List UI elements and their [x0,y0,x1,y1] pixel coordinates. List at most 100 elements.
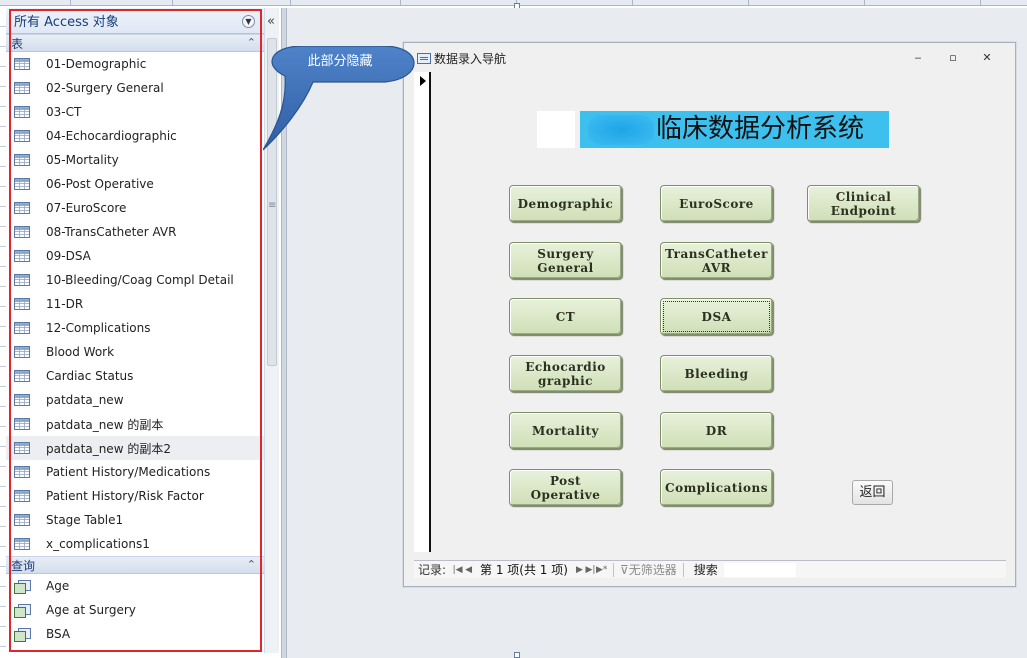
query-item-label: Age at Surgery [46,603,136,617]
query-item-label: Age [46,579,70,593]
callout-text: 此部分隐藏 [307,54,373,69]
table-item[interactable]: Patient History/Medications [6,460,264,484]
table-item[interactable]: 08-TransCatheter AVR [6,220,264,244]
collapse-group-icon[interactable]: ⌃ [247,558,256,571]
back-button[interactable]: 返回 [852,480,893,505]
table-item-label: Stage Table1 [46,513,124,527]
first-record-icon[interactable]: |◀ [452,565,463,575]
filter-icon: ⊽ [619,562,629,577]
form-heading: 临床数据分析系统 [580,111,889,148]
form-nav-button[interactable]: TransCatheter AVR [660,242,773,279]
table-item[interactable]: Cardiac Status [6,364,264,388]
group-label-tables: 表 [11,36,24,51]
table-item[interactable]: 02-Surgery General [6,76,264,100]
form-heading-text: 临床数据分析系统 [656,114,865,144]
form-window-title: 数据录入导航 [434,51,507,66]
table-item[interactable]: 04-Echocardiographic [6,124,264,148]
redacted-name [588,114,654,145]
filter-status[interactable]: 无筛选器 [629,561,677,578]
form-nav-button[interactable]: Demographic [509,185,622,222]
table-item-label: 09-DSA [46,249,91,263]
last-record-icon[interactable]: ▶| [585,565,596,575]
table-item-label: Cardiac Status [46,369,134,383]
chevron-down-icon[interactable]: ▼ [242,15,255,28]
table-item[interactable]: Patient History/Risk Factor [6,484,264,508]
table-item-label: 05-Mortality [46,153,119,167]
table-icon [14,298,30,310]
next-record-icon[interactable]: ▶ [574,565,585,575]
table-icon [14,490,30,502]
table-item[interactable]: 10-Bleeding/Coag Compl Detail [6,268,264,292]
nav-pane-header[interactable]: 所有 Access 对象 ▼ [6,8,264,34]
table-item[interactable]: 09-DSA [6,244,264,268]
collapse-group-icon[interactable]: ⌃ [247,36,256,49]
form-nav-button[interactable]: CT [509,298,622,335]
form-title-bar[interactable]: 数据录入导航 ‒ ▫ ✕ [404,43,1015,73]
table-item[interactable]: 03-CT [6,100,264,124]
query-item[interactable]: Age at Surgery [6,598,264,622]
table-icon [14,394,30,406]
group-header-queries[interactable]: 查询 ⌃ [6,556,264,574]
new-record-icon[interactable]: ▶* [596,565,607,575]
resize-handle-bottom[interactable] [514,652,520,658]
table-item[interactable]: 05-Mortality [6,148,264,172]
divider [682,562,684,577]
table-item[interactable]: Blood Work [6,340,264,364]
queries-list: Age Age at Surgery BSA [6,574,264,646]
table-icon [14,442,30,454]
table-item-label: 08-TransCatheter AVR [46,225,177,239]
table-item-label: 10-Bleeding/Coag Compl Detail [46,273,234,287]
table-item[interactable]: Stage Table1 [6,508,264,532]
grid-col-line [400,0,401,6]
divider [612,562,614,577]
grid-col-line [290,0,291,6]
form-nav-button[interactable]: EuroScore [660,185,773,222]
form-nav-button[interactable]: Clinical Endpoint [807,185,920,222]
collapse-nav-pane-button[interactable]: « [264,14,278,29]
nav-pane-title: 所有 Access 对象 [14,15,119,30]
table-item-label: 06-Post Operative [46,177,154,191]
query-icon [14,628,31,642]
query-item[interactable]: Age [6,574,264,598]
table-item[interactable]: patdata_new 的副本2 [6,436,264,460]
table-icon [14,58,30,70]
prev-record-icon[interactable]: ◀ [463,565,474,575]
table-icon [14,466,30,478]
table-item[interactable]: x_complications1 [6,532,264,556]
table-item[interactable]: 01-Demographic [6,52,264,76]
query-icon [14,580,31,594]
record-navigation-bar: 记录: |◀ ◀ 第 1 项(共 1 项) ▶ ▶| ▶* ⊽ 无筛选器 搜索 [414,560,1006,578]
table-item[interactable]: 11-DR [6,292,264,316]
record-position[interactable]: 第 1 项(共 1 项) [478,562,570,578]
search-input[interactable] [723,562,796,577]
table-item[interactable]: 12-Complications [6,316,264,340]
query-icon [14,604,31,618]
table-item-label: 07-EuroScore [46,201,127,215]
minimize-icon[interactable]: ‒ [910,51,926,65]
form-nav-button[interactable]: Surgery General [509,242,622,279]
group-header-tables[interactable]: 表 ⌃ [6,34,264,52]
table-item[interactable]: 07-EuroScore [6,196,264,220]
table-item-label: Patient History/Risk Factor [46,489,204,503]
query-item[interactable]: BSA [6,622,264,646]
form-nav-button[interactable]: Complications [660,469,773,506]
form-nav-button[interactable]: DR [660,412,773,449]
grid-col-line [632,0,633,6]
table-item-label: patdata_new [46,393,124,407]
form-nav-button[interactable]: Echocardio graphic [509,355,622,392]
table-icon [14,226,30,238]
form-nav-button[interactable]: DSA [660,298,773,335]
form-nav-button[interactable]: Bleeding [660,355,773,392]
table-icon [14,514,30,526]
close-icon[interactable]: ✕ [979,51,995,65]
table-item[interactable]: patdata_new 的副本 [6,412,264,436]
restore-icon[interactable]: ▫ [945,51,961,65]
table-item[interactable]: 06-Post Operative [6,172,264,196]
table-item[interactable]: patdata_new [6,388,264,412]
form-nav-button[interactable]: Post Operative [509,469,622,506]
table-icon [14,82,30,94]
navigation-pane: 所有 Access 对象 ▼ 表 ⌃ 01-Demographic 02-Surg… [6,8,264,653]
table-icon [14,274,30,286]
form-nav-button[interactable]: Mortality [509,412,622,449]
grid-col-line [980,0,981,6]
